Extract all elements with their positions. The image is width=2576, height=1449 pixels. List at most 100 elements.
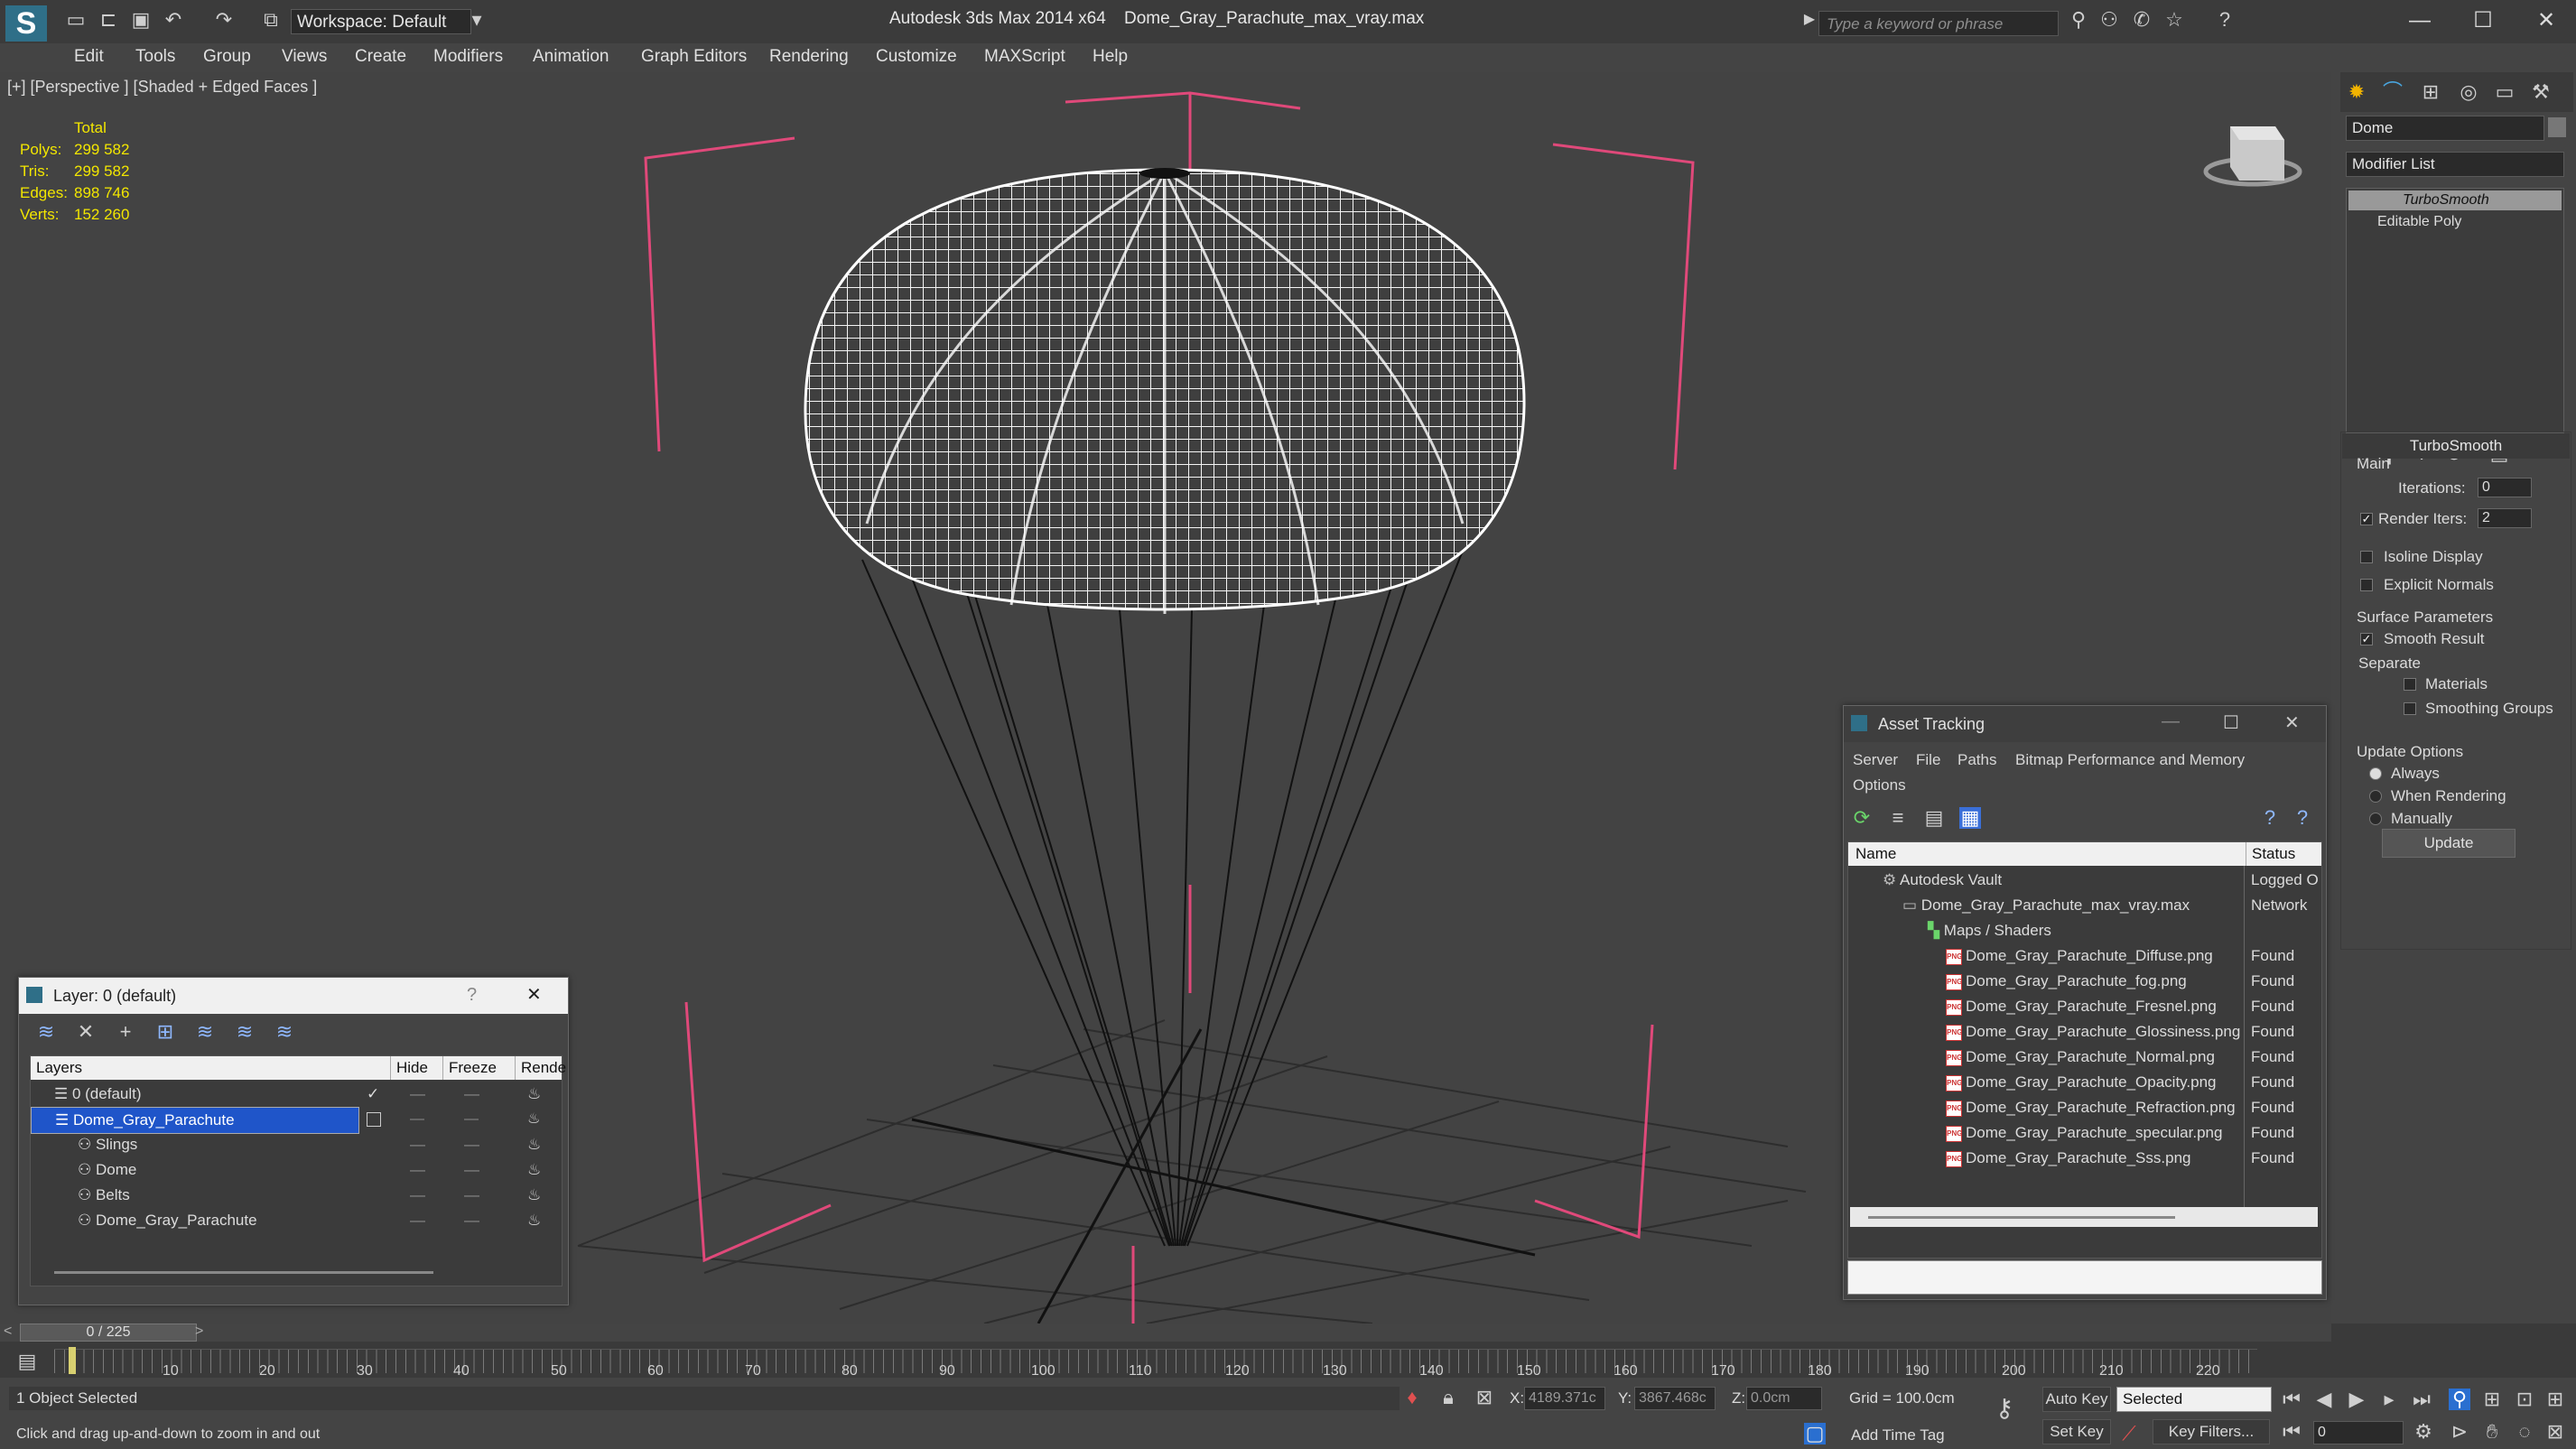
viewcube-icon[interactable] [2203,126,2302,187]
menu-maxscript[interactable]: MAXScript [984,47,1065,67]
project-folder-icon[interactable]: ⧉ [260,9,282,31]
auto-key-button[interactable]: Auto Key [2042,1387,2111,1412]
key-filters-button[interactable]: Key Filters... [2153,1419,2270,1444]
asset-row-maps[interactable]: ▚ Maps / Shaders [1848,918,2321,943]
asset-menu-file[interactable]: File [1916,751,1940,769]
menu-create[interactable]: Create [355,47,406,67]
column-header-status[interactable]: Status [2246,842,2295,866]
chevron-down-icon[interactable]: ▾ [466,9,488,31]
menu-customize[interactable]: Customize [876,47,957,67]
zoom-icon[interactable]: ⚲ [2449,1389,2470,1410]
detail-view-icon[interactable]: ▤ [1923,807,1945,829]
layer-object-row[interactable]: ⚇ Dome_Gray_Parachute — — ♨ [31,1208,562,1233]
minimize-icon[interactable]: — [2402,5,2438,36]
asset-row-texture[interactable]: PNG Dome_Gray_Parachute_Normal.png Found [1848,1045,2321,1070]
menu-tools[interactable]: Tools [135,47,175,67]
communication-icon[interactable]: ✆ [2131,9,2153,31]
menu-group[interactable]: Group [203,47,251,67]
utilities-tab-icon[interactable]: ⚒ [2530,81,2552,103]
active-layer-check-icon[interactable]: ✓ [367,1082,379,1107]
orbit-icon[interactable]: ◌ [2514,1421,2535,1443]
maximize-icon[interactable]: ☐ [2223,711,2239,734]
motion-tab-icon[interactable]: ◎ [2458,81,2479,103]
layer-object-row[interactable]: ⚇ Slings — — ♨ [31,1132,562,1157]
set-key-mode-icon[interactable]: ⚷ [1994,1396,2015,1421]
column-header-layers[interactable]: Layers [36,1056,82,1080]
menu-animation[interactable]: Animation [533,47,609,67]
layer-window-titlebar[interactable]: Layer: 0 (default) ? ✕ [19,978,568,1014]
next-frame-icon[interactable]: ▸ [2378,1389,2400,1410]
render-teapot-icon[interactable]: ♨ [527,1107,540,1132]
lock-selection-icon[interactable]: 🔒︎ [1437,1387,1459,1408]
add-to-layer-icon[interactable]: + [115,1021,136,1043]
scrollbar-thumb[interactable] [54,1271,433,1274]
modifier-list-dropdown[interactable]: Modifier List [2346,152,2564,177]
pan-icon[interactable]: ✋︎ [2481,1421,2503,1443]
asset-row-vault[interactable]: ⚙ Autodesk Vault Logged O [1848,868,2321,893]
render-teapot-icon[interactable]: ♨ [527,1082,541,1107]
zoom-extents-icon[interactable]: ⊡ [2514,1389,2535,1410]
key-set-dropdown[interactable]: Selected [2116,1387,2272,1412]
menu-modifiers[interactable]: Modifiers [433,47,503,67]
column-header-hide[interactable]: Hide [390,1056,428,1080]
render-teapot-icon[interactable]: ♨ [527,1157,541,1183]
undo-icon[interactable]: ↶ [163,9,184,31]
redo-icon[interactable]: ↷ [213,9,235,31]
workspace-dropdown[interactable]: Workspace: Default [291,9,471,34]
absolute-mode-icon[interactable]: ⊠ [1474,1387,1495,1408]
add-time-tag-icon[interactable]: ▢ [1804,1423,1826,1444]
save-icon[interactable]: ▣ [130,9,152,31]
delete-layer-icon[interactable]: ✕ [75,1021,97,1043]
subscription-icon[interactable]: ⚇ [2098,9,2120,31]
create-tab-icon[interactable]: ✹ [2346,81,2367,103]
asset-path-field[interactable] [1847,1260,2322,1295]
play-icon[interactable]: ▶ [2346,1389,2367,1410]
set-active-layer-box[interactable] [367,1112,381,1127]
asset-row-maxfile[interactable]: ▭ Dome_Gray_Parachute_max_vray.max Networ… [1848,893,2321,918]
asset-menu-bitmap[interactable]: Bitmap Performance and Memory [2015,751,2245,769]
time-slider-prev-icon[interactable]: < [4,1324,12,1340]
time-slider-thumb[interactable]: 0 / 225 [20,1324,197,1342]
help-icon[interactable]: ? [2259,807,2281,829]
current-frame-field[interactable]: 0 [2313,1421,2404,1444]
refresh-icon[interactable]: ⟳ [1851,807,1873,829]
table-view-icon[interactable]: ▦ [1959,807,1981,829]
asset-row-texture[interactable]: PNG Dome_Gray_Parachute_Sss.png Found [1848,1146,2321,1171]
column-header-freeze[interactable]: Freeze [442,1056,497,1080]
list-view-icon[interactable]: ≡ [1887,807,1909,829]
smooth-result-checkbox[interactable]: ✓ [2360,633,2373,646]
asset-row-texture[interactable]: PNG Dome_Gray_Parachute_Glossiness.png Fou… [1848,1019,2321,1045]
time-config-icon[interactable]: ⚙ [2413,1421,2434,1443]
maximize-icon[interactable]: ☐ [2465,5,2501,36]
new-file-icon[interactable]: ▭ [65,9,87,31]
go-to-start-icon[interactable]: ⏮ [2281,1389,2302,1410]
zoom-all-icon[interactable]: ⊞ [2481,1389,2503,1410]
set-key-button[interactable]: Set Key [2042,1419,2111,1444]
menu-views[interactable]: Views [282,47,327,67]
minimize-icon[interactable]: — [2162,711,2180,732]
explicit-normals-checkbox[interactable] [2360,579,2373,591]
column-header-render[interactable]: Rende [515,1056,566,1080]
select-objects-icon[interactable]: ⊞ [154,1021,176,1043]
render-teapot-icon[interactable]: ♨ [527,1183,541,1208]
binoculars-icon[interactable]: ⚲ [2068,9,2089,31]
modifier-stack-item-turbosmooth[interactable]: TurboSmooth [2348,190,2562,210]
freeze-all-icon[interactable]: ≋ [274,1021,295,1043]
layer-object-row[interactable]: ⚇ Dome — — ♨ [31,1157,562,1183]
isoline-display-checkbox[interactable] [2360,551,2373,563]
render-iters-spinner[interactable]: 2 [2478,508,2532,528]
hide-all-icon[interactable]: ≋ [234,1021,256,1043]
isolate-selection-icon[interactable]: ♦ [1401,1387,1423,1408]
new-layer-icon[interactable]: ≋ [35,1021,57,1043]
asset-tracking-titlebar[interactable]: Asset Tracking — ☐ ✕ [1844,706,2326,742]
context-help-icon[interactable]: ? [2292,807,2313,829]
asset-row-texture[interactable]: PNG Dome_Gray_Parachute_specular.png Found [1848,1120,2321,1146]
x-coord-field[interactable]: 4189.371c [1524,1387,1605,1410]
layer-object-row[interactable]: ⚇ Belts — — ♨ [31,1183,562,1208]
display-tab-icon[interactable]: ▭ [2494,81,2516,103]
asset-row-texture[interactable]: PNG Dome_Gray_Parachute_Opacity.png Found [1848,1070,2321,1095]
close-icon[interactable]: ✕ [526,983,542,1006]
open-file-icon[interactable]: ⊏ [98,9,119,31]
object-name-field[interactable]: Dome [2346,116,2544,141]
horizontal-scrollbar[interactable] [1850,1207,2318,1227]
